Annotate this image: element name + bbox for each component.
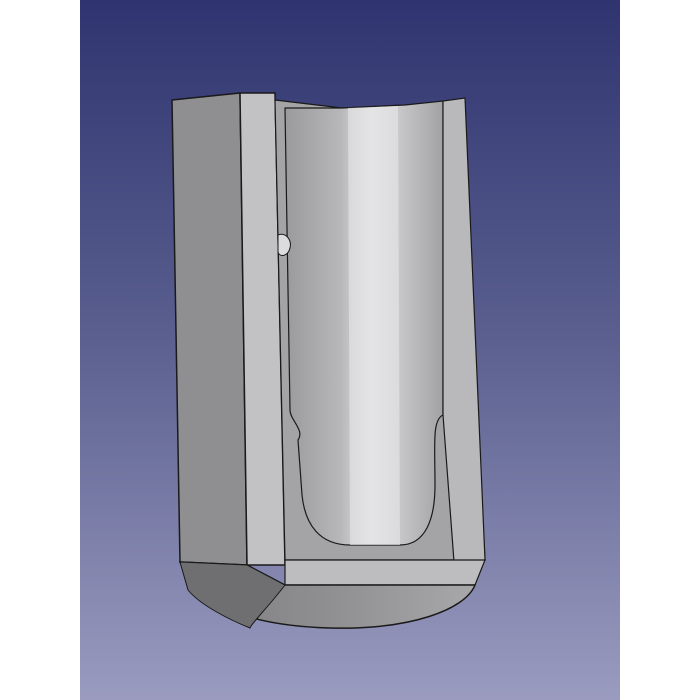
3d-viewport[interactable] <box>80 0 620 700</box>
left-outer-face <box>171 92 248 566</box>
bottom-floor <box>284 559 486 586</box>
right-rim <box>442 97 486 576</box>
channel-highlight <box>348 106 400 545</box>
model-canvas[interactable] <box>80 0 620 700</box>
